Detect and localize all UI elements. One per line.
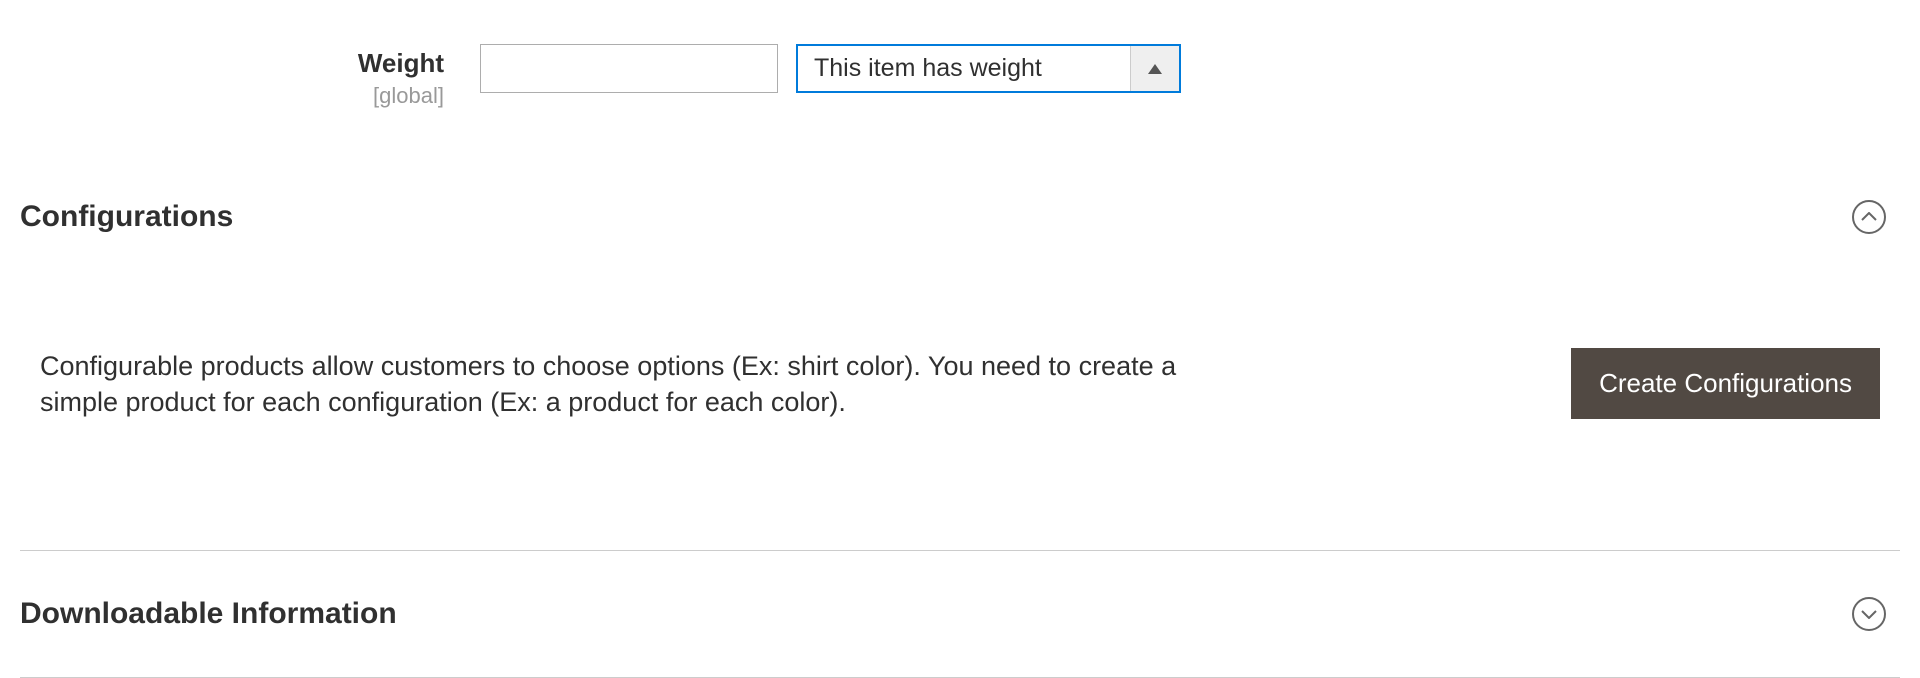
configurations-section-header[interactable]: Configurations	[20, 130, 1900, 248]
weight-label: Weight	[0, 48, 444, 79]
weight-input-wrap: lbs	[480, 44, 778, 93]
weight-select-value: This item has weight	[798, 46, 1130, 91]
chevron-up-icon	[1130, 46, 1179, 91]
weight-label-column: Weight [global]	[0, 44, 480, 110]
weight-field-row: Weight [global] lbs This item has weight	[0, 0, 1920, 130]
chevron-up-icon	[1852, 200, 1886, 234]
create-configurations-button[interactable]: Create Configurations	[1571, 348, 1880, 419]
downloadable-section-header[interactable]: Downloadable Information	[20, 551, 1900, 677]
configurations-body: Configurable products allow customers to…	[20, 248, 1900, 551]
chevron-down-icon	[1852, 597, 1886, 631]
weight-scope: [global]	[0, 83, 444, 109]
configurations-title: Configurations	[20, 200, 233, 234]
downloadable-title: Downloadable Information	[20, 597, 397, 631]
weight-input[interactable]	[481, 45, 815, 92]
configurations-description: Configurable products allow customers to…	[40, 348, 1190, 421]
weight-has-weight-select[interactable]: This item has weight	[796, 44, 1181, 93]
weight-controls: lbs This item has weight	[480, 44, 1181, 93]
configurations-section: Configurations Configurable products all…	[0, 130, 1920, 552]
downloadable-section: Downloadable Information	[0, 551, 1920, 678]
